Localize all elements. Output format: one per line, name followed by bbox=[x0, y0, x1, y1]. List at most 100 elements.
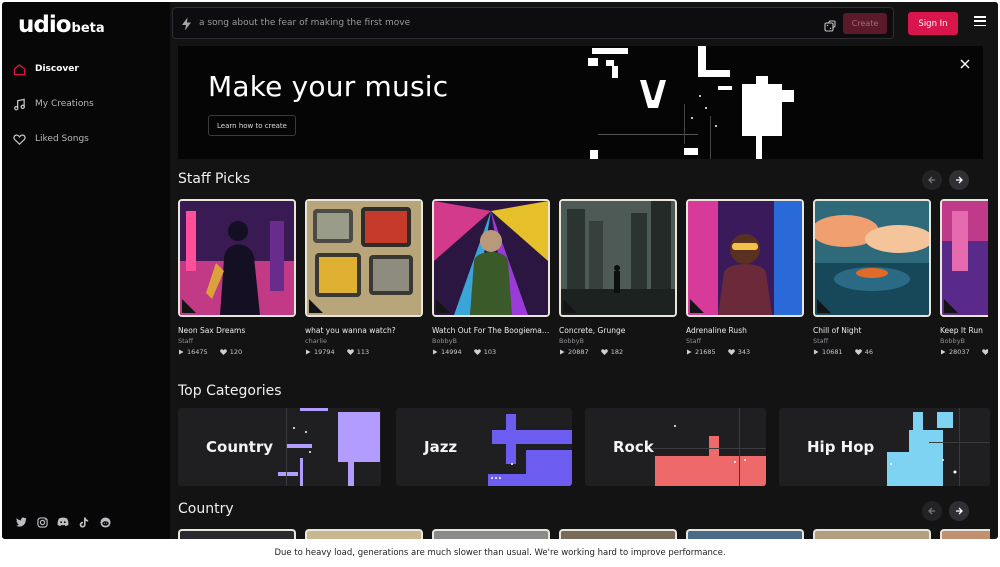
instagram-icon[interactable] bbox=[36, 516, 48, 528]
country-prev-button[interactable] bbox=[922, 501, 942, 521]
play-count: 16475 bbox=[187, 348, 208, 356]
heart-icon bbox=[346, 349, 354, 355]
hero-pixel-art bbox=[588, 46, 794, 159]
prompt-input[interactable] bbox=[199, 15, 759, 31]
heart-icon bbox=[854, 349, 862, 355]
top-bar: Create Sign In bbox=[170, 2, 998, 46]
like-count: 343 bbox=[737, 348, 751, 356]
song-card[interactable] bbox=[432, 529, 550, 539]
prompt-bar: Create bbox=[172, 7, 894, 39]
song-card[interactable]: Concrete, Grunge BobbyB 20887 182 bbox=[559, 199, 677, 356]
play-count: 14994 bbox=[441, 348, 462, 356]
song-stats: 20887 182 bbox=[559, 348, 677, 356]
category-label: Rock bbox=[613, 438, 654, 456]
twitter-icon[interactable] bbox=[15, 516, 27, 528]
song-cover bbox=[559, 199, 677, 317]
staff-picks-prev-button[interactable] bbox=[922, 170, 942, 190]
sidebar-item-liked-songs[interactable]: Liked Songs bbox=[12, 128, 162, 150]
song-title: Neon Sax Dreams bbox=[178, 326, 246, 335]
heart-icon bbox=[473, 349, 481, 355]
learn-how-button[interactable]: Learn how to create bbox=[208, 115, 296, 136]
category-label: Hip Hop bbox=[807, 438, 875, 456]
udio-logo[interactable]: udiobeta bbox=[18, 12, 105, 38]
menu-icon[interactable] bbox=[974, 16, 986, 26]
discord-icon[interactable] bbox=[57, 516, 69, 528]
staff-picks-title: Staff Picks bbox=[178, 171, 251, 187]
play-icon bbox=[941, 349, 946, 355]
app-window: udiobeta Discover My Creations Liked Son… bbox=[2, 2, 998, 539]
like-count: 113 bbox=[356, 348, 370, 356]
hero-title: Make your music bbox=[208, 70, 449, 103]
logo-text: udio bbox=[18, 12, 72, 38]
sidebar-item-label: Liked Songs bbox=[35, 134, 89, 144]
play-count: 21685 bbox=[695, 348, 716, 356]
country-next-button[interactable] bbox=[949, 501, 969, 521]
sidebar-item-label: Discover bbox=[35, 64, 79, 74]
top-categories-title: Top Categories bbox=[178, 383, 282, 399]
song-card[interactable] bbox=[178, 529, 296, 539]
song-card[interactable]: Adrenaline Rush Staff 21685 343 bbox=[686, 199, 804, 356]
sidebar-item-discover[interactable]: Discover bbox=[12, 58, 162, 80]
song-card[interactable]: Chill of Night Staff 10681 46 bbox=[813, 199, 931, 356]
top-categories-row: Country Jazz Rock Hip Hop bbox=[178, 408, 990, 486]
song-card[interactable] bbox=[686, 529, 804, 539]
song-card[interactable] bbox=[940, 529, 990, 539]
country-carousel bbox=[178, 529, 990, 539]
lightning-icon bbox=[181, 16, 193, 31]
category-label: Country bbox=[206, 438, 274, 456]
tiktok-icon[interactable] bbox=[78, 516, 90, 528]
category-hip-hop[interactable]: Hip Hop bbox=[779, 408, 990, 486]
song-stats: 19794 113 bbox=[305, 348, 423, 356]
category-jazz[interactable]: Jazz bbox=[396, 408, 572, 486]
song-artist: BobbyB bbox=[940, 337, 965, 345]
song-artist: BobbyB bbox=[432, 337, 457, 345]
create-button[interactable]: Create bbox=[843, 13, 887, 34]
logo-beta-badge: beta bbox=[71, 21, 105, 36]
like-count: 182 bbox=[610, 348, 624, 356]
category-rock[interactable]: Rock bbox=[585, 408, 766, 486]
song-artist: Staff bbox=[686, 337, 702, 345]
category-country[interactable]: Country bbox=[178, 408, 381, 486]
song-card[interactable]: Neon Sax Dreams Staff 16475 120 bbox=[178, 199, 296, 356]
song-card[interactable] bbox=[813, 529, 931, 539]
sign-in-button[interactable]: Sign In bbox=[908, 12, 958, 35]
sidebar-item-my-creations[interactable]: My Creations bbox=[12, 93, 162, 115]
song-title: Chill of Night bbox=[813, 326, 862, 335]
heart-icon bbox=[727, 349, 735, 355]
dice-icon[interactable] bbox=[824, 17, 836, 32]
song-card[interactable]: what you wanna watch? charlie 19794 113 bbox=[305, 199, 423, 356]
song-card[interactable]: Watch Out For The Boogieman, ... BobbyB … bbox=[432, 199, 550, 356]
song-title: Keep It Run bbox=[940, 326, 983, 335]
song-stats: 14994 103 bbox=[432, 348, 550, 356]
song-stats: 10681 46 bbox=[813, 348, 931, 356]
play-icon bbox=[687, 349, 692, 355]
song-stats: 28037 65 bbox=[940, 348, 988, 356]
play-icon bbox=[306, 349, 311, 355]
close-icon[interactable] bbox=[960, 54, 972, 69]
song-stats: 16475 120 bbox=[178, 348, 296, 356]
arrow-left-icon bbox=[928, 176, 935, 184]
heart-icon bbox=[981, 349, 988, 355]
song-card[interactable] bbox=[305, 529, 423, 539]
play-count: 20887 bbox=[568, 348, 589, 356]
arrow-right-icon bbox=[956, 507, 963, 515]
song-cover bbox=[305, 199, 423, 317]
home-icon bbox=[12, 62, 26, 76]
song-cover bbox=[813, 199, 931, 317]
song-cover bbox=[940, 199, 988, 317]
song-card[interactable] bbox=[559, 529, 677, 539]
song-cover bbox=[178, 199, 296, 317]
song-title: Adrenaline Rush bbox=[686, 326, 747, 335]
play-count: 10681 bbox=[822, 348, 843, 356]
play-icon bbox=[814, 349, 819, 355]
song-cover bbox=[686, 199, 804, 317]
music-note-icon bbox=[12, 97, 26, 111]
song-card[interactable]: Keep It Run BobbyB 28037 65 bbox=[940, 199, 988, 356]
category-art bbox=[488, 414, 572, 486]
staff-picks-next-button[interactable] bbox=[949, 170, 969, 190]
song-stats: 21685 343 bbox=[686, 348, 804, 356]
reddit-icon[interactable] bbox=[99, 516, 111, 528]
sidebar-item-label: My Creations bbox=[35, 99, 94, 109]
song-title: what you wanna watch? bbox=[305, 326, 396, 335]
sidebar-nav: Discover My Creations Liked Songs bbox=[12, 58, 162, 163]
